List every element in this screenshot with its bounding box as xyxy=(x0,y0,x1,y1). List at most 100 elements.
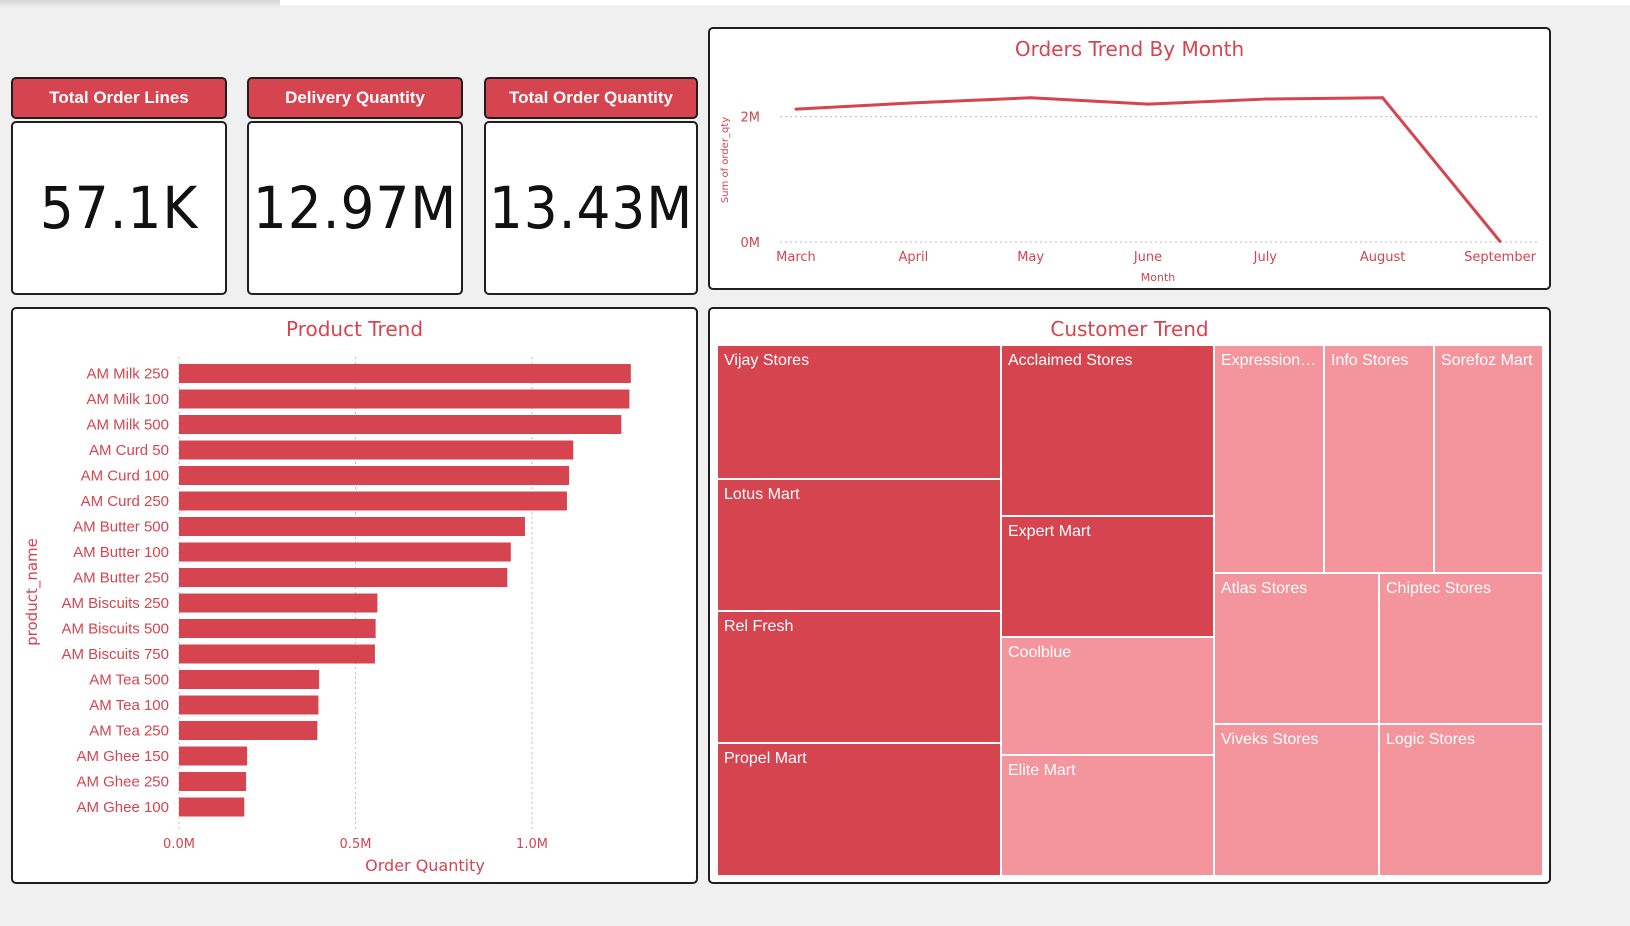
orders-trend-chart: 0M 2M March April May June July August September… xyxy=(720,96,1540,284)
kpi-header-total-order-lines[interactable]: Total Order Lines xyxy=(11,77,227,119)
data-point xyxy=(1381,96,1385,100)
category-label: AM Ghee 100 xyxy=(76,799,169,816)
kpi-label: Delivery Quantity xyxy=(285,88,425,107)
category-label: AM Tea 100 xyxy=(89,697,169,714)
category-label: AM Curd 250 xyxy=(81,493,169,510)
x-tick-label: March xyxy=(776,250,816,265)
category-label: AM Butter 500 xyxy=(73,519,169,536)
bar xyxy=(179,746,248,766)
treemap-cell[interactable]: Coolblue xyxy=(1002,638,1215,756)
category-label: AM Tea 250 xyxy=(89,723,169,740)
bar xyxy=(179,644,375,664)
category-label: AM Curd 100 xyxy=(81,468,169,485)
bar xyxy=(179,670,320,689)
treemap-cell-label: Lotus Mart xyxy=(724,486,800,503)
kpi-value: 13.43M xyxy=(488,174,694,242)
x-tick-label: April xyxy=(898,250,928,265)
treemap-cell[interactable]: Propel Mart xyxy=(718,744,1002,877)
bar xyxy=(179,440,574,460)
category-label: AM Ghee 250 xyxy=(76,774,169,791)
bar xyxy=(179,619,376,638)
x-axis-title: Order Quantity xyxy=(365,856,485,875)
x-tick-label: 0.5M xyxy=(340,837,372,852)
x-tick-label: May xyxy=(1017,250,1044,265)
treemap-cell-label: Sorefoz Mart xyxy=(1441,352,1533,369)
kpi-label: Total Order Quantity xyxy=(508,88,674,107)
category-label: AM Tea 500 xyxy=(89,672,169,689)
data-point xyxy=(911,101,915,105)
treemap-cell[interactable]: Viveks Stores xyxy=(1215,725,1380,877)
orders-trend-panel[interactable]: Orders Trend By Month 0M 2M March April May J… xyxy=(708,27,1551,290)
data-point xyxy=(794,107,798,111)
report-canvas: Total Order Lines 57.1K Delivery Quantit… xyxy=(0,0,1630,926)
kpi-value: 12.97M xyxy=(252,174,458,242)
treemap-cell[interactable]: Logic Stores xyxy=(1380,725,1544,877)
kpi-label: Total Order Lines xyxy=(49,88,189,107)
treemap-cell[interactable]: Chiptec Stores xyxy=(1380,574,1544,725)
x-tick-label: August xyxy=(1360,250,1406,265)
data-point xyxy=(1146,102,1150,106)
treemap-cell[interactable]: Sorefoz Mart xyxy=(1435,346,1544,574)
treemap-cell[interactable]: Info Stores xyxy=(1325,346,1435,574)
treemap-cell-label: Expert Mart xyxy=(1008,523,1091,540)
kpi-value: 57.1K xyxy=(39,174,199,242)
top-shadow xyxy=(0,0,280,8)
bar xyxy=(179,721,318,740)
bar xyxy=(179,415,622,434)
treemap-cell[interactable]: Acclaimed Stores xyxy=(1002,346,1215,517)
treemap-cell-label: Viveks Stores xyxy=(1221,731,1319,748)
category-label: AM Biscuits 250 xyxy=(61,595,169,612)
treemap-cell-label: Propel Mart xyxy=(724,750,807,767)
y-tick-label: 0M xyxy=(741,236,761,251)
treemap-cell[interactable]: Rel Fresh xyxy=(718,612,1002,744)
treemap-cell[interactable]: Vijay Stores xyxy=(718,346,1002,480)
data-point xyxy=(1498,239,1502,243)
category-label: AM Milk 500 xyxy=(86,417,169,434)
category-label: AM Milk 100 xyxy=(86,391,169,408)
treemap-cell-label: Vijay Stores xyxy=(724,352,810,369)
treemap-cell[interactable]: Lotus Mart xyxy=(718,480,1002,612)
treemap-cell-label: Elite Mart xyxy=(1008,762,1076,779)
bar xyxy=(179,517,525,536)
y-tick-label: 2M xyxy=(741,111,761,126)
bar xyxy=(179,695,319,715)
category-label: AM Ghee 150 xyxy=(76,748,169,765)
x-tick-label: June xyxy=(1133,250,1162,265)
product-trend-panel[interactable]: Product Trend 0.0M 0.5M 1.0M AM Milk 250 AM … xyxy=(11,307,698,884)
data-point xyxy=(1029,96,1033,100)
x-tick-label: 1.0M xyxy=(516,837,548,852)
treemap-cell[interactable]: Atlas Stores xyxy=(1215,574,1380,725)
category-label: AM Biscuits 500 xyxy=(61,621,169,638)
data-point xyxy=(1263,97,1267,101)
treemap-cell-label: Atlas Stores xyxy=(1221,580,1308,597)
customer-trend-panel[interactable]: Customer Trend Vijay Stores Lotus Mart Rel… xyxy=(708,307,1551,884)
bar xyxy=(179,364,631,383)
y-axis-title: Sum of order_qty xyxy=(720,117,731,203)
x-axis-title: Month xyxy=(1141,271,1176,284)
bar xyxy=(179,568,508,587)
kpi-card-total-order-quantity[interactable]: 13.43M xyxy=(484,121,698,295)
treemap-cell[interactable]: Elite Mart xyxy=(1002,756,1215,877)
kpi-header-delivery-quantity[interactable]: Delivery Quantity xyxy=(247,77,463,119)
category-label: AM Butter 100 xyxy=(73,544,169,561)
treemap-cell-label: Acclaimed Stores xyxy=(1008,352,1133,369)
x-tick-label: September xyxy=(1464,250,1537,265)
customer-treemap: Vijay Stores Lotus Mart Rel Fresh Propel Ma… xyxy=(718,346,1544,877)
treemap-cell[interactable]: Expert Mart xyxy=(1002,517,1215,638)
bar xyxy=(179,542,511,562)
kpi-header-total-order-quantity[interactable]: Total Order Quantity xyxy=(484,77,698,119)
treemap-cell-label: Chiptec Stores xyxy=(1386,580,1491,597)
category-label: AM Milk 250 xyxy=(86,366,169,383)
category-label: AM Biscuits 750 xyxy=(61,646,169,663)
treemap-cell-label: Info Stores xyxy=(1331,352,1409,369)
treemap-cell-label: Coolblue xyxy=(1008,644,1072,661)
kpi-card-delivery-quantity[interactable]: 12.97M xyxy=(247,121,463,295)
category-label: AM Curd 50 xyxy=(89,442,169,459)
kpi-card-total-order-lines[interactable]: 57.1K xyxy=(11,121,227,295)
x-tick-label: 0.0M xyxy=(163,837,195,852)
bar xyxy=(179,466,570,485)
treemap-cell[interactable]: Expression ... xyxy=(1215,346,1325,574)
series-line xyxy=(795,96,1502,243)
category-label: AM Butter 250 xyxy=(73,570,169,587)
product-trend-chart: 0.0M 0.5M 1.0M AM Milk 250 AM Milk 100 AM Mil… xyxy=(23,357,631,875)
